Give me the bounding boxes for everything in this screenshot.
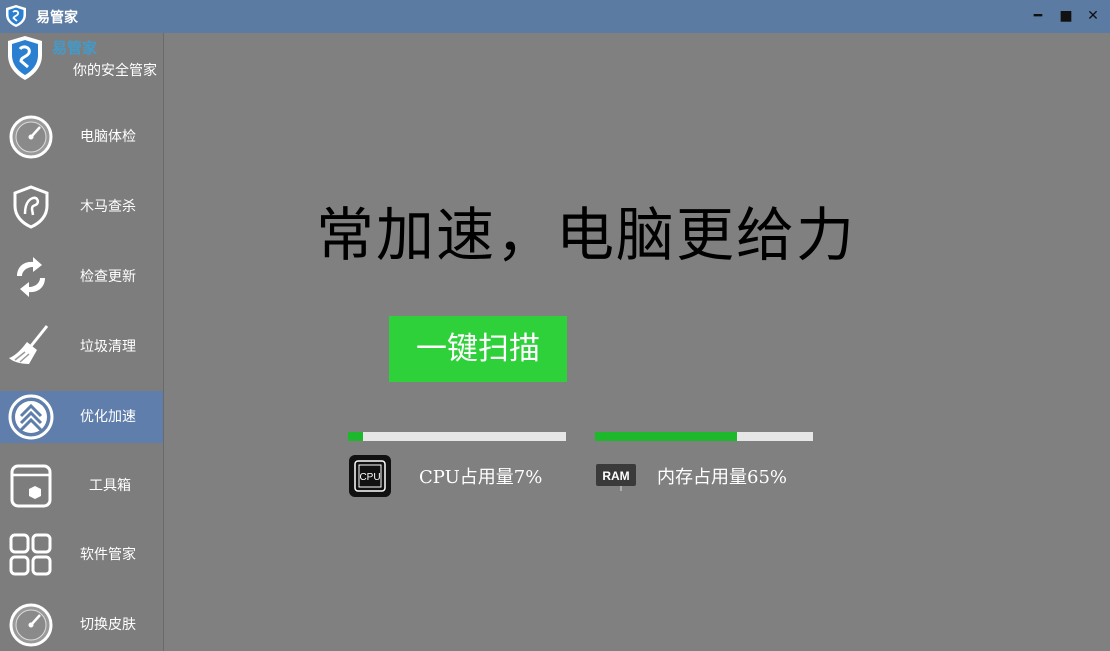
sidebar-item-switch-skin[interactable]: 切换皮肤	[0, 599, 163, 651]
close-button[interactable]: ✕	[1084, 7, 1102, 25]
window-title: 易管家	[36, 10, 78, 26]
main-panel: 常加速，电脑更给力 一键扫描 CPU CPU占用量7% RAM 内存占用量65%	[164, 33, 1110, 651]
cpu-usage-label: CPU占用量7%	[419, 467, 543, 488]
title-bar[interactable]: 易管家 ━ ■ ✕	[0, 0, 1110, 34]
refresh-icon	[17, 257, 45, 297]
maximize-button[interactable]: ■	[1057, 7, 1075, 25]
sidebar-item-toolbox[interactable]: 工具箱	[0, 460, 163, 512]
ram-module-icon: RAM	[596, 464, 636, 491]
brand: 易管家 你的安全管家	[0, 33, 163, 95]
sidebar-item-check-update[interactable]: 检查更新	[0, 251, 163, 303]
shield-horse-icon	[13, 185, 49, 229]
shield-logo-icon	[8, 36, 42, 80]
sidebar-item-label: 垃圾清理	[80, 339, 136, 355]
one-click-scan-button[interactable]: 一键扫描	[389, 316, 567, 382]
toolbox-icon	[10, 464, 52, 508]
sidebar-item-software-manager[interactable]: 软件管家	[0, 529, 163, 581]
sidebar-item-label: 软件管家	[80, 547, 136, 563]
broom-icon	[9, 325, 49, 364]
sidebar-item-trojan-scan[interactable]: 木马查杀	[0, 181, 163, 233]
sidebar-item-label: 检查更新	[80, 269, 136, 285]
gauge-icon	[9, 603, 53, 647]
ram-usage-bar-fill	[595, 432, 737, 441]
sidebar-item-optimize-speed[interactable]: 优化加速	[0, 391, 163, 443]
ram-usage-label: 内存占用量65%	[657, 467, 788, 488]
ram-usage-bar	[595, 432, 813, 441]
headline: 常加速，电脑更给力	[316, 201, 857, 269]
grid-apps-icon	[9, 533, 52, 576]
brand-name: 易管家	[52, 39, 98, 57]
ram-icon-text: RAM	[602, 469, 629, 483]
sidebar-item-label: 电脑体检	[80, 129, 136, 145]
sidebar: 易管家 你的安全管家 电脑体检 木马查杀 检查更新 垃圾清理 优化加速 工具箱 …	[0, 33, 164, 651]
speed-arrows-icon	[8, 394, 54, 440]
cpu-usage-bar-fill	[348, 432, 364, 441]
shield-logo-icon	[6, 5, 26, 27]
sidebar-item-label: 优化加速	[80, 409, 136, 425]
cpu-usage-bar	[348, 432, 566, 441]
sidebar-item-label: 木马查杀	[80, 199, 136, 215]
minimize-button[interactable]: ━	[1029, 7, 1047, 25]
sidebar-item-label: 切换皮肤	[80, 617, 136, 633]
brand-slogan: 你的安全管家	[73, 63, 157, 79]
gauge-icon	[9, 115, 53, 159]
cpu-icon-text: CPU	[359, 472, 380, 483]
sidebar-item-junk-clean[interactable]: 垃圾清理	[0, 321, 163, 373]
cpu-chip-icon: CPU	[349, 455, 391, 497]
sidebar-item-label: 工具箱	[89, 478, 131, 494]
app-window: 易管家 ━ ■ ✕ 易管家 你的安全管家 电脑体检 木马查杀 检查更新 垃圾清理…	[0, 0, 1110, 651]
sidebar-item-pc-checkup[interactable]: 电脑体检	[0, 111, 163, 163]
